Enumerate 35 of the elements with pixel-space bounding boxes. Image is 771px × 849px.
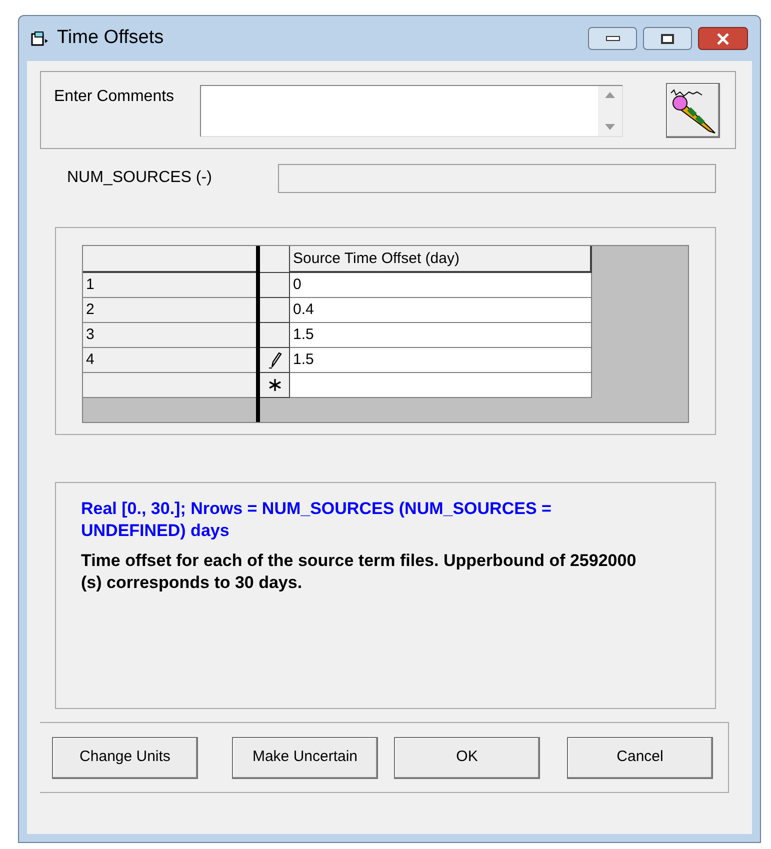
close-button[interactable] bbox=[698, 27, 748, 50]
pencil-tool-button[interactable] bbox=[666, 83, 720, 138]
row-indicator[interactable] bbox=[260, 323, 290, 348]
row-header[interactable]: 4 bbox=[83, 348, 256, 373]
row-indicator[interactable] bbox=[260, 298, 290, 323]
minimize-button[interactable] bbox=[588, 27, 637, 50]
pencil-icon bbox=[669, 86, 717, 134]
maximize-button[interactable] bbox=[643, 27, 692, 50]
table-cell[interactable]: 1.5 bbox=[290, 348, 592, 373]
pencil-icon bbox=[268, 351, 282, 369]
dialog-button[interactable]: Make Uncertain bbox=[232, 736, 378, 778]
table-cell[interactable]: 0 bbox=[290, 273, 592, 298]
window-icon bbox=[31, 30, 49, 46]
comments-label: Enter Comments bbox=[54, 87, 176, 107]
dialog-button[interactable]: Change Units bbox=[52, 736, 198, 778]
table-cell[interactable]: 0.4 bbox=[290, 298, 592, 323]
close-icon bbox=[716, 32, 730, 44]
row-header[interactable]: 2 bbox=[83, 298, 256, 323]
row-header[interactable]: 1 bbox=[83, 273, 256, 298]
table-cell[interactable]: 1.5 bbox=[290, 323, 592, 348]
description-text: Time offset for each of the source term files. Upperbound of 2592000 (s) corresponds to 30 days. bbox=[81, 550, 638, 594]
row-indicator[interactable] bbox=[260, 348, 290, 373]
dialog-button[interactable]: Cancel bbox=[567, 736, 713, 778]
window-title: Time Offsets bbox=[57, 26, 164, 50]
table-cell[interactable] bbox=[290, 373, 592, 398]
comments-field[interactable] bbox=[200, 85, 623, 137]
range-text: Real [0., 30.]; Nrows = NUM_SOURCES (NUM_SOURCES = UNDEFINED) days bbox=[81, 498, 552, 542]
dialog-button[interactable]: OK bbox=[394, 736, 540, 778]
row-indicator[interactable] bbox=[260, 273, 290, 298]
row-indicator[interactable] bbox=[260, 373, 290, 398]
asterisk-icon bbox=[266, 377, 282, 393]
data-grid[interactable]: Source Time Offset (day) 1 0 2 0.4 3 1.5 4 1.5 bbox=[82, 245, 689, 423]
num-sources-label: NUM_SOURCES (-) bbox=[67, 168, 213, 188]
row-header[interactable]: 3 bbox=[83, 323, 256, 348]
column-header[interactable]: Source Time Offset (day) bbox=[290, 246, 592, 273]
